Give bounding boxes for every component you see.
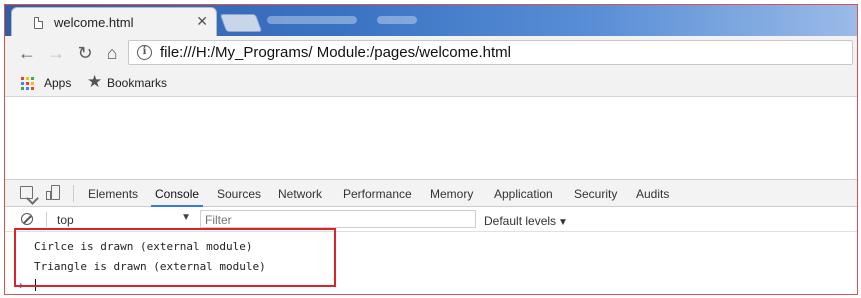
url-text: file:///H:/My_Programs/ Module:/pages/we… [160, 44, 511, 61]
dropdown-arrow-icon: ▼ [558, 217, 568, 228]
page-icon [34, 17, 43, 29]
info-icon[interactable]: i [137, 45, 152, 60]
devtools-tab-bar: Elements Console Sources Network Perform… [5, 180, 857, 207]
home-button[interactable]: ⌂ [101, 42, 123, 64]
blurred-tab-decoration [267, 16, 357, 24]
reload-button[interactable]: ↻ [74, 42, 96, 64]
inspect-element-icon[interactable] [20, 186, 33, 199]
apps-grid-icon[interactable] [21, 77, 34, 90]
browser-window: welcome.html ✕ ← → ↻ ⌂ i file:///H:/My_P… [4, 4, 858, 295]
tab-network[interactable]: Network [278, 187, 322, 201]
navigation-bar: ← → ↻ ⌂ i file:///H:/My_Programs/ Module… [5, 36, 857, 69]
bookmarks-link[interactable]: Bookmarks [107, 76, 167, 90]
tab-title: welcome.html [54, 15, 134, 30]
context-value: top [57, 213, 74, 227]
forward-button[interactable]: → [45, 42, 67, 64]
new-tab-button[interactable] [219, 14, 263, 32]
tab-console[interactable]: Console [150, 187, 204, 207]
tab-security[interactable]: Security [574, 187, 617, 201]
tab-audits[interactable]: Audits [636, 187, 669, 201]
log-levels-dropdown[interactable]: Default levels ▼ [484, 214, 568, 228]
tab-sources[interactable]: Sources [217, 187, 261, 201]
apps-link[interactable]: Apps [44, 76, 71, 90]
tab-close-icon[interactable]: ✕ [196, 13, 208, 29]
tab-performance[interactable]: Performance [343, 187, 412, 201]
address-bar[interactable]: i file:///H:/My_Programs/ Module:/pages/… [128, 40, 853, 65]
page-content [5, 97, 857, 181]
divider [46, 212, 47, 227]
tab-memory[interactable]: Memory [430, 187, 473, 201]
device-toolbar-icon[interactable] [46, 185, 60, 201]
dropdown-arrow-icon: ▼ [181, 212, 191, 223]
filter-input[interactable] [201, 212, 475, 228]
tab-welcome[interactable]: welcome.html ✕ [11, 7, 217, 36]
star-icon: ★ [87, 72, 103, 91]
back-button[interactable]: ← [16, 42, 38, 64]
tab-strip: welcome.html ✕ [5, 5, 857, 36]
annotation-highlight [14, 228, 336, 287]
blurred-tab-decoration [377, 16, 417, 24]
tab-application[interactable]: Application [494, 187, 553, 201]
divider [73, 185, 74, 202]
tab-elements[interactable]: Elements [88, 187, 138, 201]
context-selector[interactable]: top ▼ [57, 211, 191, 228]
bookmarks-bar: Apps ★ Bookmarks [5, 69, 857, 97]
levels-label: Default levels [484, 214, 557, 228]
clear-console-icon[interactable] [21, 213, 33, 225]
filter-field[interactable] [200, 210, 476, 228]
